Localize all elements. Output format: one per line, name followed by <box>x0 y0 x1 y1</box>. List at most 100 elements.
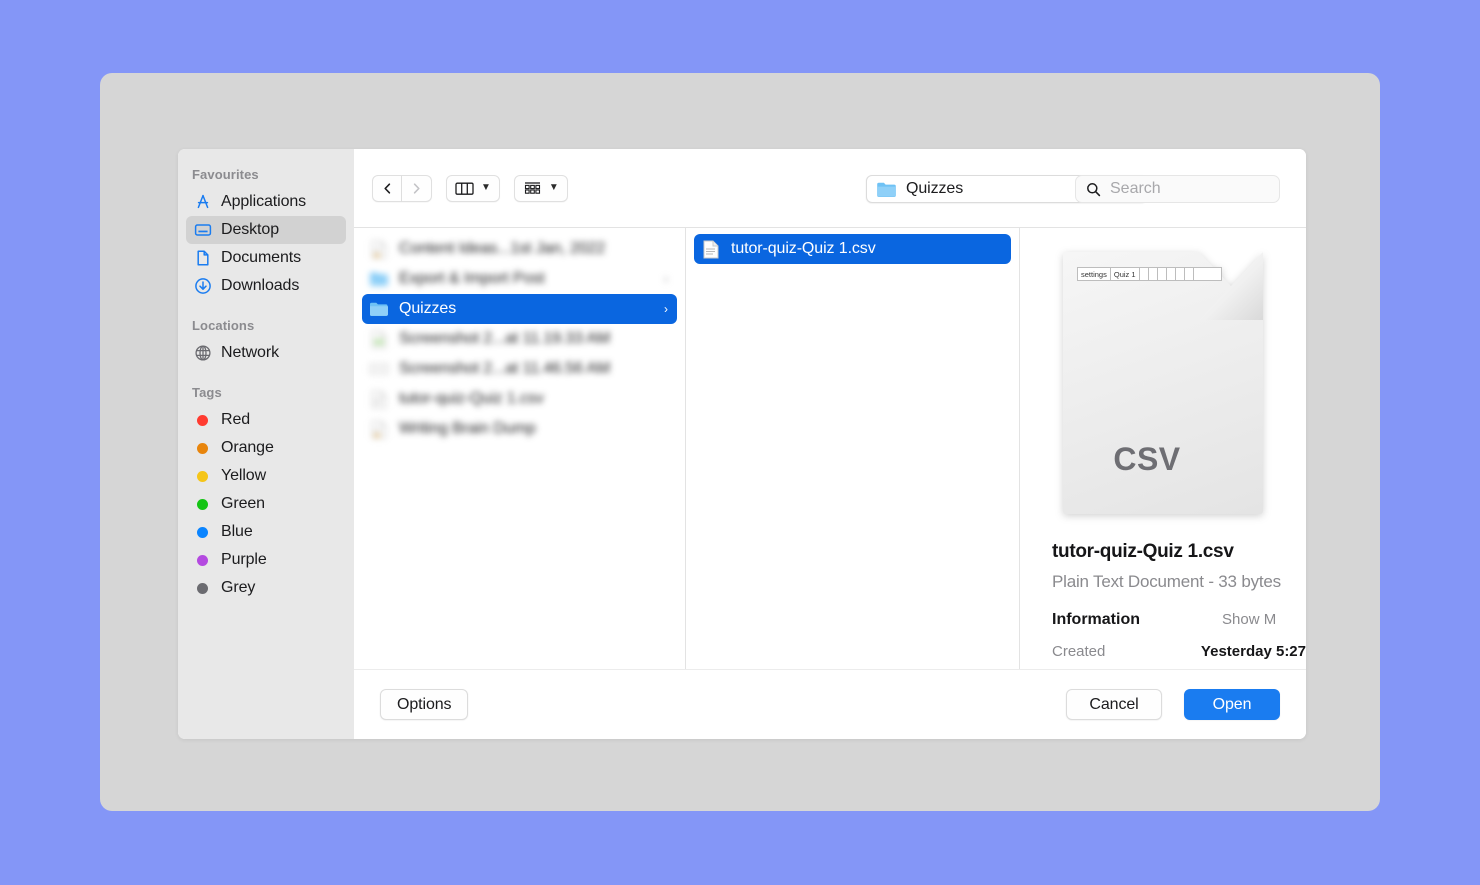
open-button[interactable]: Open <box>1184 689 1280 720</box>
forward-button[interactable] <box>402 174 432 202</box>
sidebar-section-header-locations: Locations <box>192 318 255 333</box>
search-input[interactable] <box>1110 180 1260 198</box>
tag-dot-icon <box>193 470 212 482</box>
sidebar-item-label: Purple <box>221 551 267 568</box>
document-icon <box>369 239 389 259</box>
thumbnail-cell: settings <box>1078 268 1111 280</box>
tag-dot-icon <box>193 414 212 426</box>
list-item-label: Screenshot 2...at 11.19.33 AM <box>399 330 611 347</box>
csv-file-thumbnail-icon: settings Quiz 1 CSV <box>1063 252 1263 514</box>
sidebar-item-label: Grey <box>221 579 256 596</box>
information-heading: Information <box>1052 611 1140 628</box>
folder-icon <box>877 182 896 197</box>
sidebar-item-network[interactable]: Network <box>186 339 346 367</box>
cancel-button[interactable]: Cancel <box>1066 689 1162 720</box>
image-icon <box>369 329 389 349</box>
tag-dot-icon <box>193 582 212 594</box>
chevron-right-icon <box>413 182 420 194</box>
tag-dot-icon <box>193 526 212 538</box>
sidebar-item-label: Downloads <box>221 277 300 294</box>
file-type-label: CSV <box>1113 441 1181 477</box>
preview-metadata: tutor-quiz-Quiz 1.csv Plain Text Documen… <box>1020 541 1306 660</box>
tag-dot-icon <box>193 498 212 510</box>
sidebar-item-tag-yellow[interactable]: Yellow <box>186 462 346 490</box>
image-icon <box>369 359 389 379</box>
list-item-label: Export & Import Post <box>399 270 545 287</box>
thumbnail-sheet-row: settings Quiz 1 <box>1077 267 1222 281</box>
column-browser: Content Ideas...1st Jan, 2022 Export & I… <box>354 228 1306 669</box>
applications-icon <box>193 193 212 212</box>
group-items-icon <box>524 181 540 194</box>
options-button[interactable]: Options <box>380 689 469 720</box>
list-item-label: Content Ideas...1st Jan, 2022 <box>399 240 606 257</box>
tag-dot-icon <box>193 554 212 566</box>
sidebar-item-tag-grey[interactable]: Grey <box>186 574 346 602</box>
list-item-selected-file[interactable]: tutor-quiz-Quiz 1.csv <box>694 234 1011 264</box>
column-first[interactable]: Content Ideas...1st Jan, 2022 Export & I… <box>354 228 686 669</box>
preview-kind-size: Plain Text Document - 33 bytes <box>1052 572 1281 591</box>
csv-icon <box>369 389 389 409</box>
sidebar-item-desktop[interactable]: Desktop <box>186 216 346 244</box>
sidebar-item-label: Green <box>221 495 265 512</box>
list-item-label: Screenshot 2...at 11.46.56 AM <box>399 360 611 377</box>
file-open-dialog: Favourites Applications Desktop Document… <box>178 149 1306 739</box>
nav-buttons <box>372 174 432 202</box>
column-second[interactable]: tutor-quiz-Quiz 1.csv <box>686 228 1020 669</box>
column-view-icon <box>455 182 474 195</box>
chevron-left-icon <box>383 182 390 194</box>
toolbar: ▼ ▼ Quizzes <box>354 149 1306 228</box>
preview-information-section: Information Show M <box>1052 611 1306 629</box>
list-item[interactable]: tutor-quiz-Quiz 1.csv <box>362 384 677 414</box>
list-item[interactable]: Screenshot 2...at 11.46.56 AM <box>362 354 677 384</box>
downloads-icon <box>193 277 212 296</box>
document-icon <box>369 419 389 439</box>
sidebar-section-header-tags: Tags <box>192 385 222 400</box>
sidebar-item-label: Network <box>221 344 279 361</box>
view-mode-button[interactable]: ▼ <box>446 174 500 202</box>
list-item-quizzes[interactable]: Quizzes › <box>362 294 677 324</box>
sidebar-item-tag-purple[interactable]: Purple <box>186 546 346 574</box>
sidebar-item-label: Red <box>221 411 251 428</box>
sidebar-item-downloads[interactable]: Downloads <box>186 272 346 300</box>
created-key: Created <box>1052 643 1106 660</box>
folder-icon <box>369 299 389 319</box>
chevron-right-icon: › <box>664 302 668 316</box>
preview-filename: tutor-quiz-Quiz 1.csv <box>1052 541 1234 562</box>
sidebar-item-label: Applications <box>221 193 307 210</box>
sidebar-section-header-favourites: Favourites <box>192 167 259 182</box>
arrange-button[interactable]: ▼ <box>513 174 568 202</box>
list-item[interactable]: Export & Import Post › <box>362 264 677 294</box>
sidebar-item-tag-blue[interactable]: Blue <box>186 518 346 546</box>
list-item[interactable]: Content Ideas...1st Jan, 2022 <box>362 234 677 264</box>
sidebar-item-label: Blue <box>221 523 253 540</box>
list-item-label: tutor-quiz-Quiz 1.csv <box>399 390 544 407</box>
sidebar: Favourites Applications Desktop Document… <box>178 149 354 739</box>
sidebar-item-tag-orange[interactable]: Orange <box>186 434 346 462</box>
folder-icon <box>369 269 389 289</box>
network-globe-icon <box>193 344 212 363</box>
list-item-label: tutor-quiz-Quiz 1.csv <box>731 240 876 257</box>
thumbnail-cell: Quiz 1 <box>1111 268 1140 280</box>
sidebar-item-label: Orange <box>221 439 274 456</box>
chevron-down-icon: ▼ <box>548 182 559 193</box>
preview-created-row: Created Yesterday 5:27 <box>1052 643 1306 660</box>
list-item[interactable]: Screenshot 2...at 11.19.33 AM <box>362 324 677 354</box>
sidebar-item-label: Yellow <box>221 467 267 484</box>
list-item-label: Quizzes <box>399 300 457 317</box>
dialog-footer: Options Cancel Open <box>354 669 1306 739</box>
search-field[interactable] <box>1075 175 1280 203</box>
path-popup-label: Quizzes <box>906 180 964 197</box>
chevron-right-icon: › <box>664 272 668 286</box>
back-button[interactable] <box>372 174 402 202</box>
sidebar-item-documents[interactable]: Documents <box>186 244 346 272</box>
show-more-button[interactable]: Show M <box>1222 611 1276 628</box>
sidebar-item-tag-red[interactable]: Red <box>186 406 346 434</box>
desktop-icon <box>193 221 212 240</box>
documents-icon <box>193 249 212 268</box>
sidebar-item-applications[interactable]: Applications <box>186 188 346 216</box>
dialog-main: ▼ ▼ Quizzes Search Content Ideas...1st J… <box>354 149 1306 739</box>
chevron-down-icon: ▼ <box>481 182 491 193</box>
preview-icon-wrap: settings Quiz 1 CSV <box>1020 252 1306 514</box>
list-item[interactable]: Writing Brain Dump <box>362 414 677 444</box>
sidebar-item-tag-green[interactable]: Green <box>186 490 346 518</box>
